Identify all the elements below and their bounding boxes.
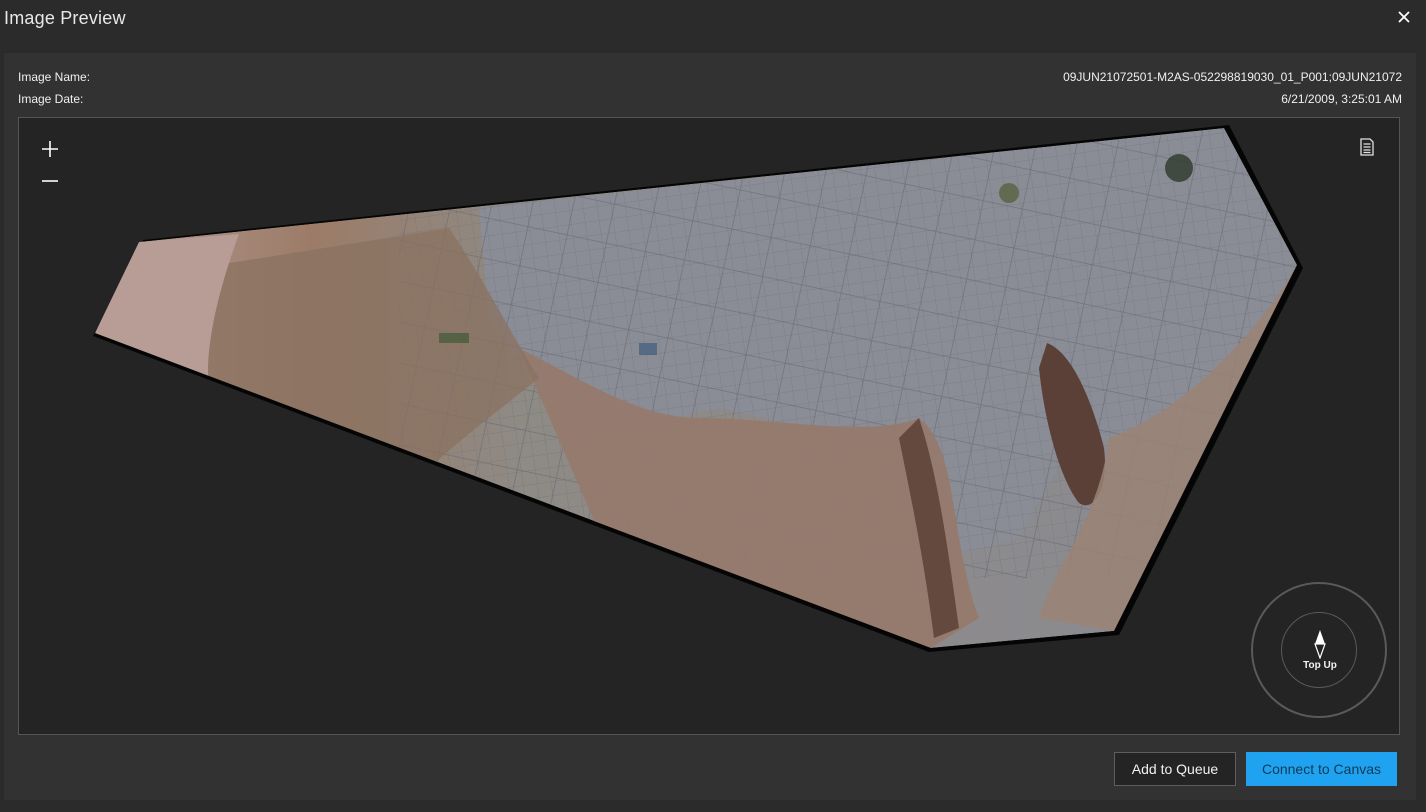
satellite-image[interactable] (19, 118, 1400, 735)
image-date-label: Image Date: (18, 92, 84, 106)
zoom-in-button[interactable] (39, 138, 61, 160)
image-preview-dialog: Image Preview Image Name: 09JUN21072501-… (0, 0, 1426, 812)
reservoir (639, 343, 657, 355)
close-icon[interactable] (1394, 6, 1414, 28)
preview-panel: Image Name: 09JUN21072501-M2AS-052298819… (4, 53, 1416, 800)
minus-icon (42, 180, 58, 182)
image-name-label: Image Name: (18, 70, 91, 84)
zoom-out-button[interactable] (39, 170, 61, 192)
image-name-row: Image Name: 09JUN21072501-M2AS-052298819… (18, 70, 1402, 86)
add-to-queue-button[interactable]: Add to Queue (1114, 752, 1236, 786)
field-patch (439, 333, 469, 343)
top-up-button[interactable]: Top Up (1281, 612, 1357, 688)
connect-to-canvas-button[interactable]: Connect to Canvas (1246, 752, 1397, 786)
compass-widget: Top Up (1251, 582, 1387, 718)
legend-button[interactable] (1359, 138, 1379, 160)
plus-icon (42, 141, 58, 157)
image-name-value: 09JUN21072501-M2AS-052298819030_01_P001;… (1063, 70, 1402, 84)
image-date-row: Image Date: 6/21/2009, 3:25:01 AM (18, 92, 1402, 108)
park-patch (1165, 154, 1193, 182)
document-icon (1360, 138, 1374, 156)
image-viewer[interactable]: Top Up (18, 117, 1400, 735)
park-patch (999, 183, 1019, 203)
compass-needle-icon (1314, 630, 1326, 659)
dialog-title: Image Preview (4, 8, 126, 28)
image-date-value: 6/21/2009, 3:25:01 AM (1281, 92, 1402, 106)
top-up-label: Top Up (1303, 660, 1337, 671)
dialog-titlebar: Image Preview (0, 0, 1426, 40)
